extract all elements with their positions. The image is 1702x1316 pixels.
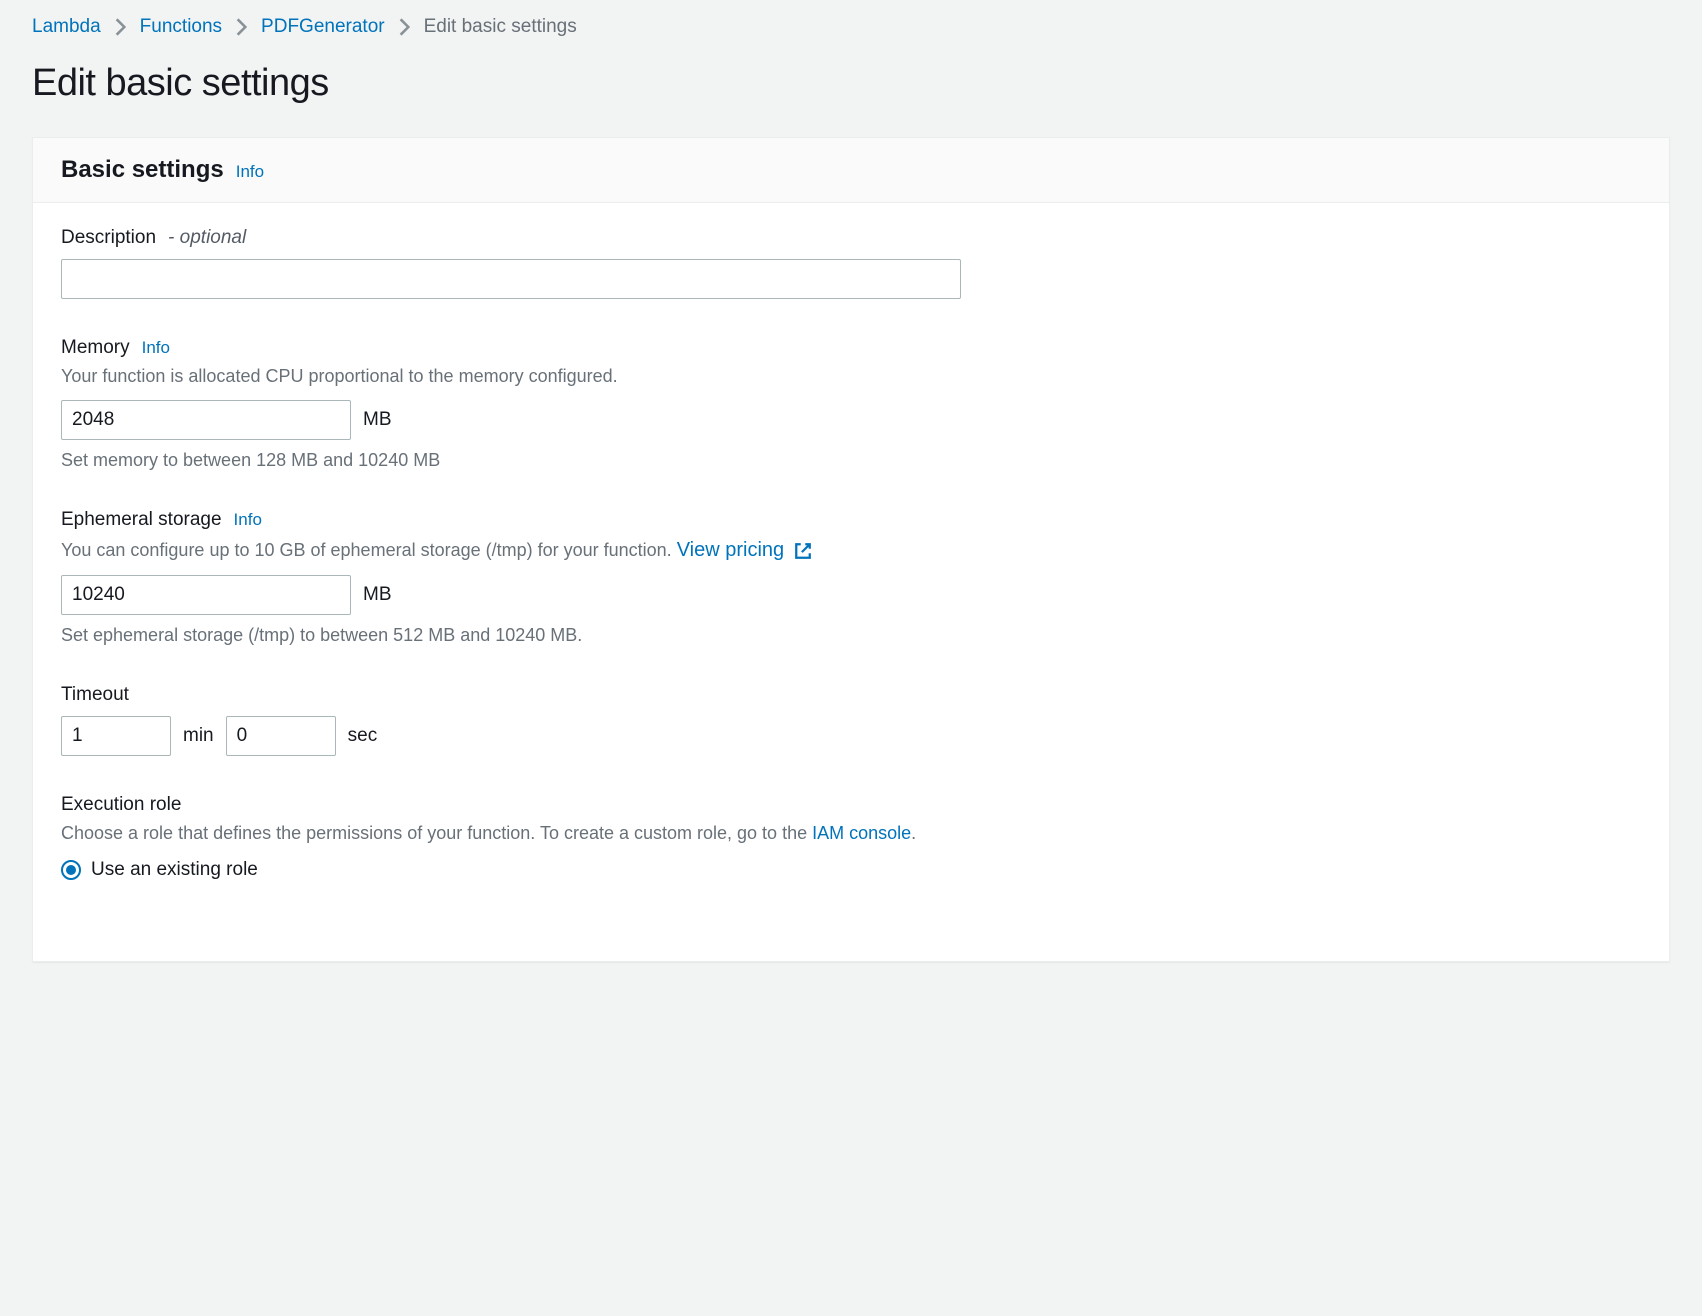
view-pricing-text: View pricing bbox=[677, 539, 784, 561]
external-link-icon bbox=[794, 542, 812, 560]
timeout-group: Timeout min sec bbox=[61, 684, 1641, 756]
timeout-label: Timeout bbox=[61, 684, 1641, 706]
radio-use-existing-role[interactable]: Use an existing role bbox=[61, 859, 1641, 881]
breadcrumb: Lambda Functions PDFGenerator Edit basic… bbox=[32, 16, 1670, 38]
timeout-sec-unit: sec bbox=[348, 725, 378, 747]
description-input[interactable] bbox=[61, 259, 961, 299]
breadcrumb-link-functions[interactable]: Functions bbox=[140, 16, 222, 38]
view-pricing-link[interactable]: View pricing bbox=[677, 539, 812, 561]
memory-input[interactable] bbox=[61, 400, 351, 440]
storage-unit: MB bbox=[363, 584, 392, 606]
panel-header: Basic settings Info bbox=[33, 138, 1669, 203]
description-group: Description - optional bbox=[61, 227, 1641, 299]
memory-label-text: Memory bbox=[61, 337, 130, 359]
storage-constraint: Set ephemeral storage (/tmp) to between … bbox=[61, 625, 1641, 646]
timeout-input-row: min sec bbox=[61, 716, 1641, 756]
storage-label: Ephemeral storage Info bbox=[61, 509, 1641, 531]
breadcrumb-link-lambda[interactable]: Lambda bbox=[32, 16, 101, 38]
storage-description: You can configure up to 10 GB of ephemer… bbox=[61, 535, 1641, 565]
storage-group: Ephemeral storage Info You can configure… bbox=[61, 509, 1641, 646]
memory-label: Memory Info bbox=[61, 337, 1641, 359]
execution-role-label: Execution role bbox=[61, 794, 1641, 816]
breadcrumb-current: Edit basic settings bbox=[424, 16, 577, 38]
memory-unit: MB bbox=[363, 409, 392, 431]
execution-role-label-text: Execution role bbox=[61, 794, 181, 816]
execution-role-description: Choose a role that defines the permissio… bbox=[61, 820, 1641, 847]
radio-label-existing: Use an existing role bbox=[91, 859, 258, 881]
timeout-min-input[interactable] bbox=[61, 716, 171, 756]
info-link[interactable]: Info bbox=[236, 162, 264, 182]
storage-desc-text: You can configure up to 10 GB of ephemer… bbox=[61, 540, 677, 560]
storage-input[interactable] bbox=[61, 575, 351, 615]
description-label-text: Description bbox=[61, 227, 156, 249]
memory-group: Memory Info Your function is allocated C… bbox=[61, 337, 1641, 471]
description-label: Description - optional bbox=[61, 227, 1641, 249]
basic-settings-panel: Basic settings Info Description - option… bbox=[32, 137, 1670, 962]
memory-description: Your function is allocated CPU proportio… bbox=[61, 363, 1641, 390]
chevron-right-icon bbox=[236, 18, 247, 36]
chevron-right-icon bbox=[399, 18, 410, 36]
iam-console-link[interactable]: IAM console bbox=[812, 823, 911, 843]
storage-info-link[interactable]: Info bbox=[234, 510, 262, 530]
timeout-label-text: Timeout bbox=[61, 684, 129, 706]
memory-input-row: MB bbox=[61, 400, 1641, 440]
execution-role-desc-suffix: . bbox=[911, 823, 916, 843]
timeout-min-unit: min bbox=[183, 725, 214, 747]
chevron-right-icon bbox=[115, 18, 126, 36]
breadcrumb-link-function-name[interactable]: PDFGenerator bbox=[261, 16, 385, 38]
timeout-sec-input[interactable] bbox=[226, 716, 336, 756]
memory-info-link[interactable]: Info bbox=[142, 338, 170, 358]
panel-title: Basic settings bbox=[61, 156, 224, 184]
storage-label-text: Ephemeral storage bbox=[61, 509, 222, 531]
optional-suffix: - optional bbox=[168, 227, 246, 249]
execution-role-group: Execution role Choose a role that define… bbox=[61, 794, 1641, 881]
execution-role-desc-prefix: Choose a role that defines the permissio… bbox=[61, 823, 812, 843]
radio-button-icon[interactable] bbox=[61, 860, 81, 880]
storage-input-row: MB bbox=[61, 575, 1641, 615]
memory-constraint: Set memory to between 128 MB and 10240 M… bbox=[61, 450, 1641, 471]
page-title: Edit basic settings bbox=[32, 62, 1670, 105]
